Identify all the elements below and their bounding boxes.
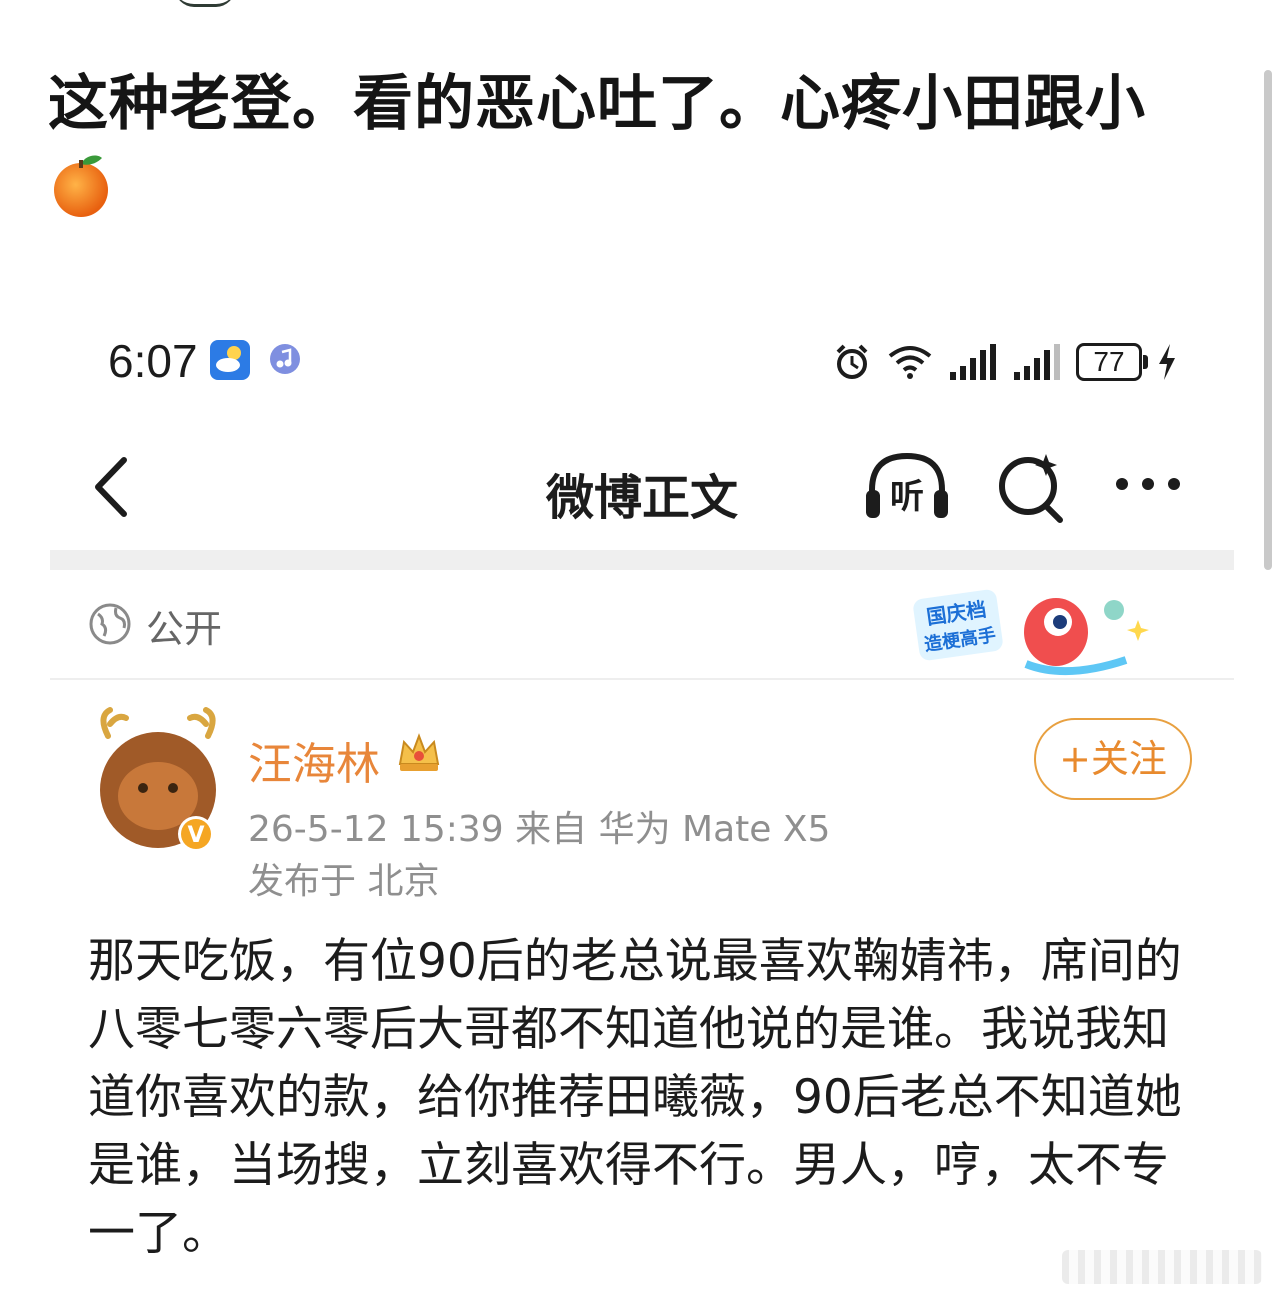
more-options-icon[interactable] <box>1112 464 1184 504</box>
post-header: V 汪海林 +关注 26-5-12 15:39 来自 华为 Mate X5 发布… <box>50 700 1234 902</box>
battery-indicator: 77 <box>1076 343 1148 381</box>
search-icon[interactable] <box>996 450 1066 526</box>
post-location: 发布于 北京 <box>248 861 440 902</box>
navigation-bar: 微博正文 听 <box>50 440 1234 540</box>
divider-band <box>50 550 1234 570</box>
author-name[interactable]: 汪海林 <box>248 728 380 792</box>
status-icons: 77 <box>832 340 1178 384</box>
outer-caption: 这种老登。看的恶心吐了。心疼小田跟小 <box>48 69 1146 139</box>
follow-button[interactable]: +关注 <box>1034 718 1192 800</box>
signal-icon <box>1014 344 1060 380</box>
signal-icon <box>950 344 996 380</box>
status-bar: 6:07 77 <box>50 300 1234 420</box>
music-icon <box>270 344 300 374</box>
orange-emoji-icon <box>54 155 108 217</box>
alarm-icon <box>836 344 868 379</box>
verified-badge: V <box>187 823 204 848</box>
crown-vip-icon <box>398 733 440 771</box>
watermark-bar <box>1062 1250 1262 1284</box>
promo-banner-image[interactable]: 国庆档 造梗高手 <box>906 580 1156 692</box>
visibility-label: 公开 <box>146 607 223 651</box>
page-scrollbar[interactable] <box>1264 70 1272 570</box>
globe-icon <box>89 603 131 645</box>
charging-icon <box>1159 344 1175 380</box>
author-avatar[interactable]: V <box>88 706 228 856</box>
post-timestamp-source: 26-5-12 15:39 来自 华为 Mate X5 <box>248 809 831 850</box>
embedded-phone-screenshot: 6:07 77 微博正文 听 公开 国庆档 造梗高手 V 汪海林 +关注 26-… <box>50 300 1234 1300</box>
top-edge-decoration <box>175 0 235 7</box>
weather-icon <box>210 340 250 380</box>
listen-headphone-icon[interactable]: 听 <box>862 448 952 528</box>
listen-label: 听 <box>890 477 924 517</box>
visibility-row: 公开 国庆档 造梗高手 <box>50 570 1234 680</box>
status-time: 6:07 <box>108 335 198 387</box>
wifi-icon <box>888 346 932 379</box>
post-body-text: 那天吃饭，有位90后的老总说最喜欢鞠婧祎，席间的八零七零六零后大哥都不知道他说的… <box>88 934 1182 1261</box>
